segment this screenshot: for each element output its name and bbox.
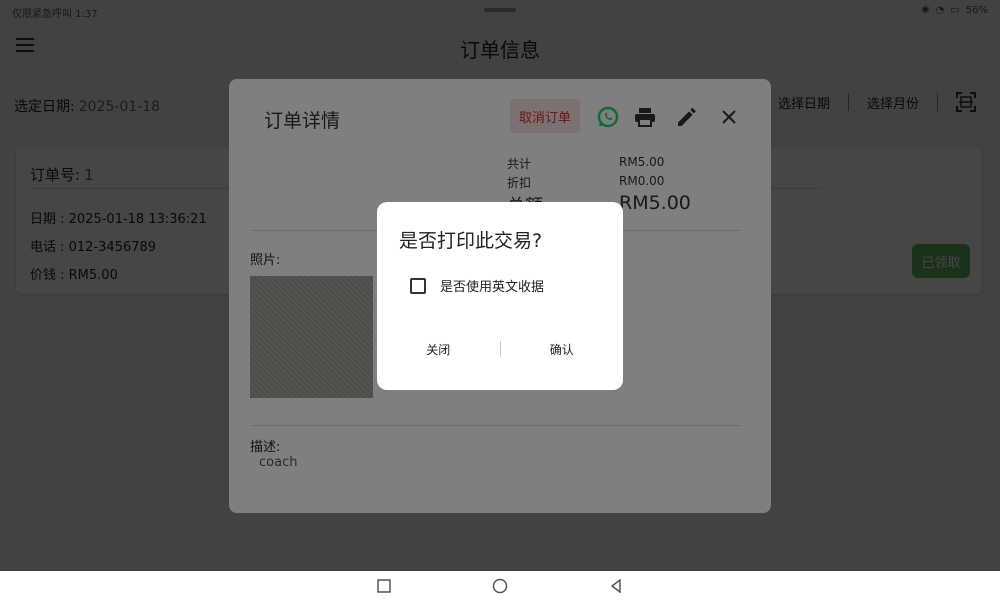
english-receipt-checkbox[interactable]: 是否使用英文收据 (410, 276, 544, 295)
recents-icon[interactable] (376, 578, 392, 594)
confirm-button[interactable]: 确认 (501, 341, 624, 358)
system-nav-bar (0, 571, 1000, 600)
back-icon[interactable] (608, 578, 624, 594)
checkbox-label: 是否使用英文收据 (440, 280, 545, 295)
home-icon[interactable] (492, 578, 508, 594)
close-button[interactable]: 关闭 (377, 341, 500, 358)
checkbox-icon[interactable] (410, 277, 426, 294)
confirm-title: 是否打印此交易? (399, 230, 543, 252)
dialog-buttons: 关闭 确认 (377, 338, 623, 360)
print-confirm-dialog: 是否打印此交易? 是否使用英文收据 关闭 确认 (377, 202, 623, 390)
